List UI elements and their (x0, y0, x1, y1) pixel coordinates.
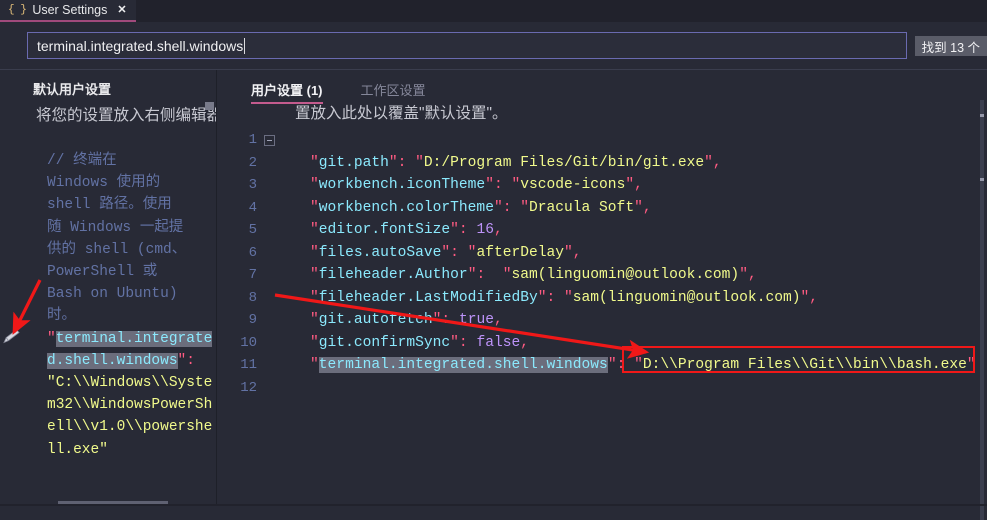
code-text: "editor.fontSize": 16, (275, 219, 503, 242)
comment-line: Windows 使用的 (47, 175, 160, 191)
default-settings-title: 默认用户设置 (33, 79, 111, 98)
line-number: 2 (217, 152, 257, 175)
code-text: "workbench.iconTheme": "vscode-icons", (275, 174, 643, 197)
line-number: 1 (217, 129, 257, 152)
code-line[interactable]: 11 "terminal.integrated.shell.windows": … (217, 354, 987, 377)
overlay-instruction-text: 置放入此处以覆盖"默认设置"。 (295, 101, 508, 123)
code-line[interactable]: 8 "fileheader.LastModifiedBy": "sam(ling… (217, 287, 987, 310)
comment-line: PowerShell 或 (47, 264, 157, 280)
scrollbar-marker (980, 178, 984, 181)
code-text: "files.autoSave": "afterDelay", (275, 242, 582, 265)
line-number: 5 (217, 219, 257, 242)
code-line[interactable]: 12 (217, 377, 987, 400)
code-line[interactable]: 3 "workbench.iconTheme": "vscode-icons", (217, 174, 987, 197)
comment-line: // 终端在 (47, 153, 117, 169)
search-input-value: terminal.integrated.shell.windows (37, 38, 243, 54)
search-input[interactable]: terminal.integrated.shell.windows (27, 32, 907, 59)
code-text: "terminal.integrated.shell.windows": "D:… (275, 354, 976, 377)
braces-icon: { } (8, 4, 26, 16)
code-line[interactable]: 5 "editor.fontSize": 16, (217, 219, 987, 242)
code-line[interactable]: 9 "git.autofetch": true, (217, 309, 987, 332)
line-number: 8 (217, 287, 257, 310)
minimap-marker (205, 102, 214, 110)
json-code-editor[interactable]: 12 "git.path": "D:/Program Files/Git/bin… (217, 129, 987, 399)
code-line[interactable]: 4 "workbench.colorTheme": "Dracula Soft"… (217, 197, 987, 220)
text-caret (244, 38, 245, 54)
close-icon[interactable]: ✕ (117, 5, 126, 16)
fold-toggle-icon[interactable] (264, 135, 275, 146)
comment-line: shell 路径。使用 (47, 197, 172, 213)
line-number: 9 (217, 309, 257, 332)
vscode-settings-window: { } User Settings ✕ terminal.integrated.… (0, 0, 987, 506)
code-line[interactable]: 7 "fileheader.Author": "sam(linguomin@ou… (217, 264, 987, 287)
line-number: 6 (217, 242, 257, 265)
code-line[interactable]: 2 "git.path": "D:/Program Files/Git/bin/… (217, 152, 987, 175)
setting-value: "C:\\Windows\\System32\\WindowsPowerShel… (47, 375, 212, 458)
comment-line: 随 Windows 一起提 (47, 220, 183, 236)
default-settings-pane: 默认用户设置 将您的设置放入右侧编辑器 // 终端在 Windows 使用的 s… (0, 70, 216, 506)
comment-line: 时。 (47, 308, 76, 324)
default-settings-code: // 终端在 Windows 使用的 shell 路径。使用 随 Windows… (47, 150, 215, 461)
line-number: 10 (217, 332, 257, 355)
line-number: 12 (217, 377, 257, 400)
editor-tabbar: { } User Settings ✕ (0, 0, 987, 22)
code-line[interactable]: 10 "git.confirmSync": false, (217, 332, 987, 355)
line-number: 4 (217, 197, 257, 220)
scrollbar-thumb[interactable] (980, 100, 984, 520)
line-number: 11 (217, 354, 257, 377)
code-line[interactable]: 6 "files.autoSave": "afterDelay", (217, 242, 987, 265)
code-text: "git.confirmSync": false, (275, 332, 529, 355)
code-text: "fileheader.Author": "sam(linguomin@outl… (275, 264, 757, 287)
code-line[interactable]: 1 (217, 129, 987, 152)
search-row: terminal.integrated.shell.windows 找到 13 … (0, 22, 987, 70)
pencil-icon[interactable] (3, 329, 20, 344)
default-settings-subtitle: 将您的设置放入右侧编辑器 (36, 103, 216, 125)
tab-user-settings[interactable]: { } User Settings ✕ (0, 0, 136, 22)
code-text: "git.path": "D:/Program Files/Git/bin/gi… (275, 152, 722, 175)
search-results-badge: 找到 13 个 (915, 36, 987, 56)
comment-line: 供的 shell (cmd、 (47, 242, 186, 258)
code-text: "git.autofetch": true, (275, 309, 503, 332)
comment-line: Bash on Ubuntu) (47, 286, 178, 302)
code-text: "workbench.colorTheme": "Dracula Soft", (275, 197, 652, 220)
code-text: "fileheader.LastModifiedBy": "sam(linguo… (275, 287, 818, 310)
scrollbar-marker (980, 114, 984, 117)
editor-scrollbar[interactable] (980, 70, 984, 506)
line-number: 3 (217, 174, 257, 197)
tab-label: User Settings (32, 3, 107, 17)
user-settings-pane: 用户设置 (1) 工作区设置 置放入此处以覆盖"默认设置"。 12 "git.p… (217, 70, 987, 506)
line-number: 7 (217, 264, 257, 287)
